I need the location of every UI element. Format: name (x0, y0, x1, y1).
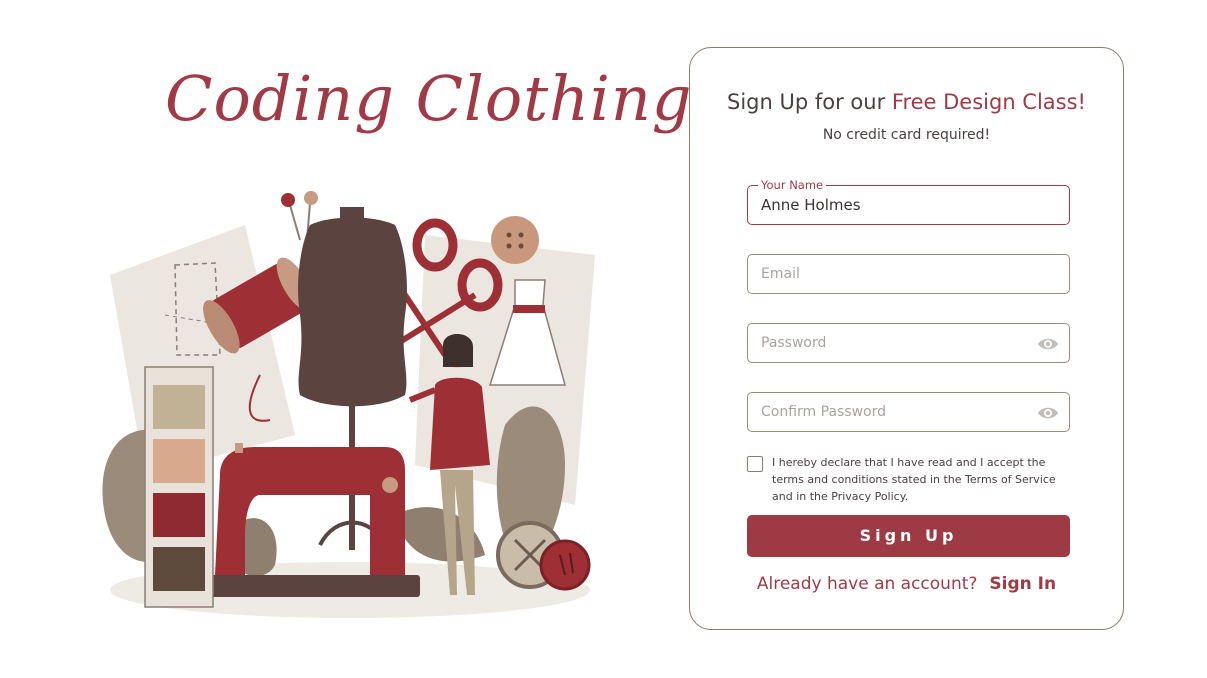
eye-icon[interactable] (1037, 405, 1059, 421)
signup-card: Sign Up for our Free Design Class! No cr… (689, 47, 1124, 630)
color-swatches (144, 366, 214, 608)
name-value: Anne Holmes (761, 196, 861, 214)
brand-title: Coding Clothing (165, 62, 693, 135)
wooden-button (491, 216, 539, 264)
signin-prompt: Already have an account? (756, 574, 978, 594)
terms-checkbox[interactable] (747, 456, 763, 472)
heading-accent: Free Design Class! (891, 90, 1086, 114)
email-field[interactable]: Email (747, 254, 1070, 294)
eye-icon[interactable] (1037, 336, 1059, 352)
signin-row: Already have an account? Sign In (690, 574, 1123, 594)
heading-prefix: Sign Up for our (727, 90, 892, 114)
form-heading: Sign Up for our Free Design Class! (690, 90, 1123, 114)
name-label: Your Name (758, 178, 827, 192)
name-field[interactable]: Your Name Anne Holmes (747, 178, 1070, 225)
email-placeholder: Email (761, 266, 800, 282)
sewing-illustration (102, 191, 595, 618)
sign-up-button[interactable]: Sign Up (747, 515, 1070, 557)
confirm-password-field[interactable]: Confirm Password (747, 392, 1070, 432)
password-field[interactable]: Password (747, 323, 1070, 363)
big-buttons (496, 521, 591, 591)
terms-text: I hereby declare that I have read and I … (772, 456, 1056, 503)
confirm-password-placeholder: Confirm Password (761, 404, 887, 420)
sign-in-link[interactable]: Sign In (989, 574, 1056, 594)
form-subheading: No credit card required! (822, 127, 991, 143)
password-placeholder: Password (761, 335, 827, 351)
